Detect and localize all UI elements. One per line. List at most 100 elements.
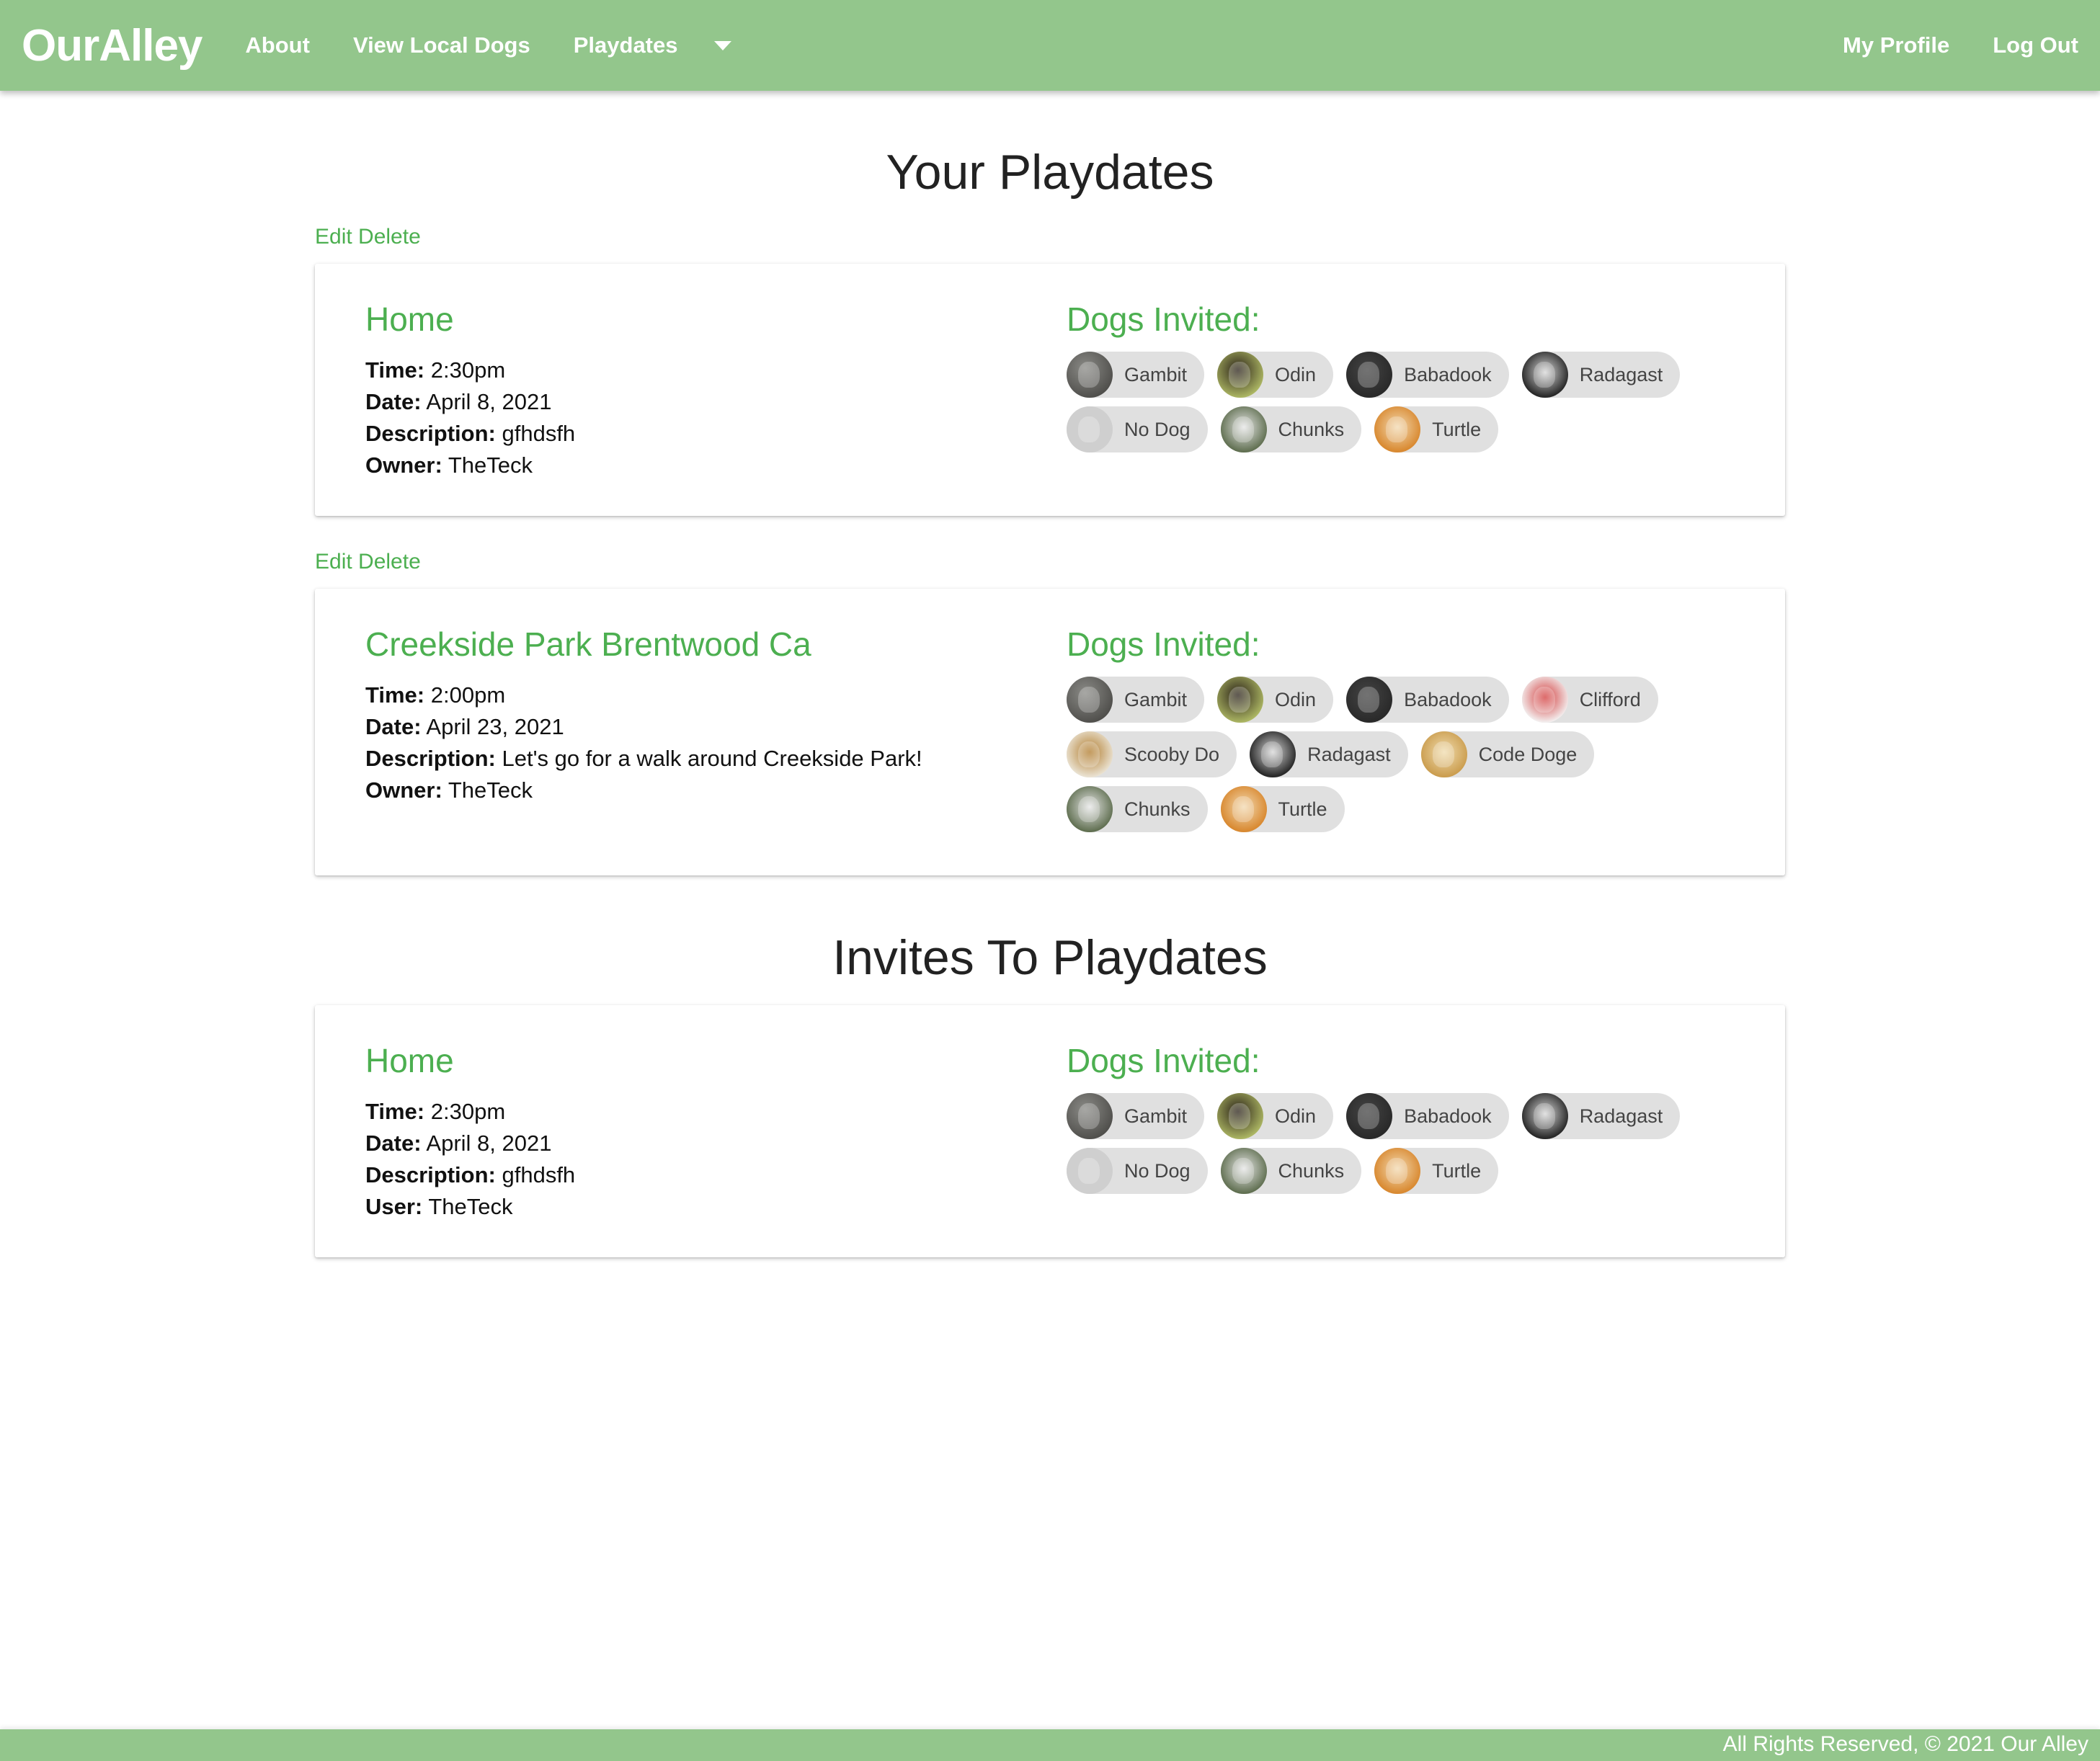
nav-my-profile[interactable]: My Profile	[1843, 32, 1949, 58]
description-value: gfhdsfh	[502, 421, 576, 446]
dog-chip[interactable]: Odin	[1217, 677, 1334, 723]
time-label: Time:	[365, 357, 425, 383]
dog-avatar	[1217, 1093, 1264, 1139]
dog-chip[interactable]: No Dog	[1067, 406, 1208, 452]
playdate-description: Description: Let's go for a walk around …	[365, 743, 1014, 775]
dog-chip[interactable]: Odin	[1217, 1093, 1334, 1139]
dog-chip-label: Chunks	[1278, 1159, 1345, 1182]
dogs-invited-section: Dogs Invited: Gambit Odin Babadook Radag…	[1067, 300, 1737, 452]
dog-chip-label: Odin	[1275, 363, 1317, 385]
date-value: April 8, 2021	[426, 1131, 552, 1156]
dog-chip-list: Gambit Odin Babadook Radagast No Dog Chu…	[1067, 352, 1737, 452]
dog-chip-label: Babadook	[1404, 363, 1492, 385]
dog-avatar	[1067, 786, 1113, 832]
playdate-card: Home Time: 2:30pm Date: April 8, 2021 De…	[315, 264, 1785, 516]
dog-chip[interactable]: Gambit	[1067, 352, 1205, 398]
user-value: TheTeck	[428, 1194, 513, 1219]
dog-chip[interactable]: Chunks	[1067, 786, 1208, 832]
dog-chip-label: Code Doge	[1478, 743, 1578, 765]
dog-chip[interactable]: Turtle	[1374, 1148, 1499, 1194]
description-value: gfhdsfh	[502, 1162, 576, 1187]
invite-card: Home Time: 2:30pm Date: April 8, 2021 De…	[315, 1005, 1785, 1257]
footer: All Rights Reserved, © 2021 Our Alley	[0, 1729, 2100, 1761]
playdate-owner: Owner: TheTeck	[365, 775, 1014, 806]
dog-chip[interactable]: Chunks	[1220, 1148, 1362, 1194]
playdate-location: Creekside Park Brentwood Ca	[365, 625, 811, 663]
playdate-date: Date: April 8, 2021	[365, 386, 1014, 418]
delete-link[interactable]: Delete	[358, 225, 421, 249]
dog-chip[interactable]: Code Doge	[1420, 731, 1595, 777]
dog-chip-label: No Dog	[1124, 418, 1191, 440]
dog-chip-list: Gambit Odin Babadook Clifford Scooby Do …	[1067, 677, 1737, 832]
playdate-user: User: TheTeck	[365, 1191, 1014, 1223]
description-label: Description:	[365, 421, 496, 446]
brand-logo[interactable]: OurAlley	[22, 20, 203, 71]
dog-avatar	[1067, 406, 1113, 452]
dog-chip[interactable]: Babadook	[1346, 352, 1509, 398]
dog-chip[interactable]: Turtle	[1374, 406, 1499, 452]
edit-link[interactable]: Edit	[315, 550, 352, 574]
dog-chip[interactable]: Clifford	[1521, 677, 1658, 723]
dog-avatar	[1346, 352, 1393, 398]
dog-chip[interactable]: Chunks	[1220, 406, 1362, 452]
caret-down-icon[interactable]	[713, 40, 731, 50]
dog-chip[interactable]: Gambit	[1067, 1093, 1205, 1139]
dog-chip-label: Clifford	[1579, 688, 1641, 710]
dog-chip[interactable]: Babadook	[1346, 1093, 1509, 1139]
dogs-invited-section: Dogs Invited: Gambit Odin Babadook Radag…	[1067, 1041, 1737, 1194]
dogs-invited-section: Dogs Invited: Gambit Odin Babadook Cliff…	[1067, 625, 1737, 832]
playdate-details: Creekside Park Brentwood Ca Time: 2:00pm…	[365, 625, 1014, 806]
dog-chip-label: Odin	[1275, 1105, 1317, 1127]
playdate-details: Home Time: 2:30pm Date: April 8, 2021 De…	[365, 1041, 1014, 1223]
dog-chip-label: Turtle	[1432, 1159, 1482, 1182]
playdate-2-actions: Edit Delete	[315, 550, 421, 574]
dog-avatar	[1067, 731, 1113, 777]
dog-chip-label: Radagast	[1307, 743, 1391, 765]
dog-chip[interactable]: Scooby Do	[1067, 731, 1237, 777]
dog-avatar	[1220, 786, 1267, 832]
dog-chip[interactable]: Babadook	[1346, 677, 1509, 723]
time-value: 2:30pm	[430, 1099, 506, 1124]
playdate-time: Time: 2:30pm	[365, 355, 1014, 386]
dog-avatar	[1521, 352, 1568, 398]
footer-copyright: All Rights Reserved, © 2021 Our Alley	[1722, 1732, 2088, 1756]
description-label: Description:	[365, 1162, 496, 1187]
dog-chip[interactable]: Odin	[1217, 352, 1334, 398]
dog-chip[interactable]: Gambit	[1067, 677, 1205, 723]
dog-avatar	[1420, 731, 1467, 777]
edit-link[interactable]: Edit	[315, 225, 352, 249]
playdate-location: Home	[365, 300, 454, 338]
dog-chip-list: Gambit Odin Babadook Radagast No Dog Chu…	[1067, 1093, 1737, 1194]
dog-avatar	[1346, 1093, 1393, 1139]
dog-chip[interactable]: Radagast	[1521, 1093, 1681, 1139]
date-value: April 23, 2021	[426, 714, 564, 739]
date-label: Date:	[365, 1131, 422, 1156]
dog-chip-label: Radagast	[1579, 363, 1663, 385]
playdate-date: Date: April 8, 2021	[365, 1128, 1014, 1159]
navbar: OurAlley About View Local Dogs Playdates…	[0, 0, 2100, 91]
delete-link[interactable]: Delete	[358, 550, 421, 574]
nav-playdates[interactable]: Playdates	[574, 32, 678, 58]
playdate-1-actions: Edit Delete	[315, 225, 421, 249]
playdate-time: Time: 2:00pm	[365, 679, 1014, 711]
nav-log-out[interactable]: Log Out	[1993, 32, 2078, 58]
dog-chip-label: Chunks	[1124, 798, 1191, 820]
owner-label: Owner:	[365, 777, 442, 803]
owner-value: TheTeck	[448, 777, 533, 803]
dog-chip[interactable]: No Dog	[1067, 1148, 1208, 1194]
dogs-invited-title: Dogs Invited:	[1067, 625, 1260, 663]
nav-right: My Profile Log Out	[1843, 0, 2078, 91]
dog-chip-label: Chunks	[1278, 418, 1345, 440]
owner-value: TheTeck	[448, 452, 533, 478]
dog-chip[interactable]: Turtle	[1220, 786, 1345, 832]
dog-avatar	[1217, 677, 1264, 723]
playdate-time: Time: 2:30pm	[365, 1096, 1014, 1128]
dog-chip[interactable]: Radagast	[1521, 352, 1681, 398]
nav-view-local-dogs[interactable]: View Local Dogs	[353, 32, 530, 58]
dog-chip-label: Gambit	[1124, 688, 1188, 710]
nav-about[interactable]: About	[245, 32, 310, 58]
dog-chip[interactable]: Radagast	[1250, 731, 1408, 777]
dog-avatar	[1067, 352, 1113, 398]
dog-avatar	[1220, 406, 1267, 452]
dog-avatar	[1067, 1093, 1113, 1139]
